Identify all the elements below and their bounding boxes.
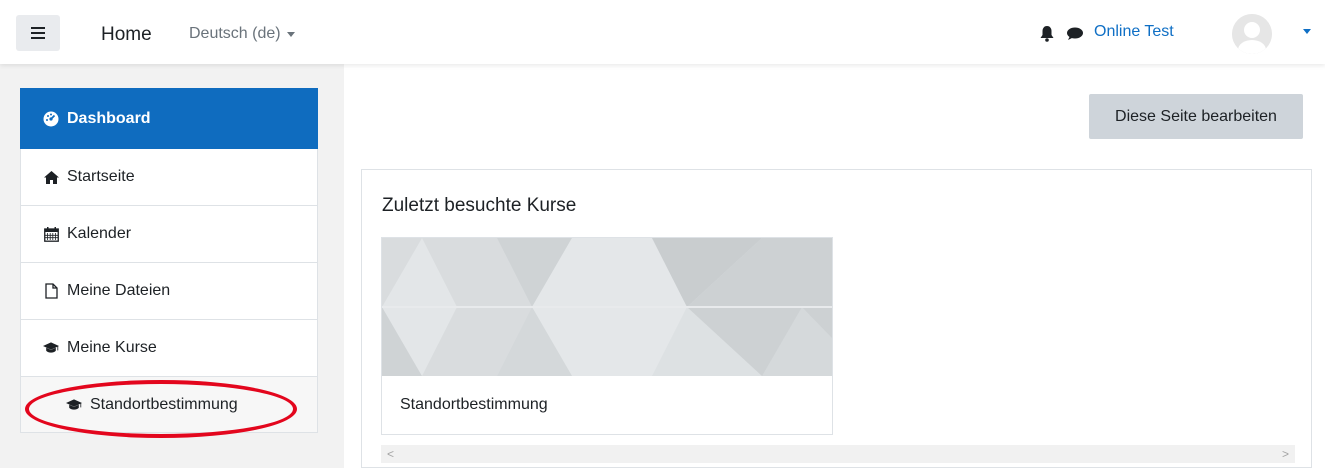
edit-page-button[interactable]: Diese Seite bearbeiten <box>1089 94 1303 139</box>
chat-icon[interactable] <box>1067 27 1083 41</box>
scroll-left-arrow-icon[interactable]: < <box>387 447 394 461</box>
course-name[interactable]: Standortbestimmung <box>400 396 548 414</box>
horizontal-scrollbar[interactable]: < > <box>381 445 1295 463</box>
user-menu-caret-icon[interactable] <box>1303 29 1311 34</box>
language-menu[interactable]: Deutsch (de) <box>189 25 295 43</box>
file-icon <box>43 283 59 299</box>
hamburger-icon <box>31 27 45 39</box>
home-link[interactable]: Home <box>101 24 152 46</box>
chevron-down-icon <box>286 31 295 37</box>
scroll-right-arrow-icon[interactable]: > <box>1282 447 1289 461</box>
sidebar-item-dashboard[interactable]: Dashboard <box>20 88 318 149</box>
sidebar-item-label: Meine Dateien <box>67 282 171 299</box>
drawer-toggle-button[interactable] <box>16 15 60 51</box>
user-avatar-icon <box>1232 14 1272 54</box>
top-navbar: Home Deutsch (de) Online Test <box>0 0 1325 64</box>
sidebar-item-startseite[interactable]: Startseite <box>20 149 318 206</box>
calendar-icon <box>43 226 59 242</box>
course-image <box>382 238 832 376</box>
sidebar-item-label: Dashboard <box>67 109 151 127</box>
highlight-annotation <box>25 380 297 438</box>
avatar[interactable] <box>1232 14 1272 54</box>
block-title: Zuletzt besuchte Kurse <box>382 195 577 216</box>
home-icon <box>43 169 59 185</box>
sidebar-item-meine-dateien[interactable]: Meine Dateien <box>20 263 318 320</box>
hexagon-pattern-image <box>382 238 832 376</box>
graduation-cap-icon <box>43 340 59 356</box>
sidebar-item-label: Meine Kurse <box>67 339 157 356</box>
sidebar-item-label: Startseite <box>67 168 135 185</box>
sidebar-item-kalender[interactable]: Kalender <box>20 206 318 263</box>
language-label: Deutsch (de) <box>189 25 281 42</box>
bell-icon[interactable] <box>1040 26 1054 42</box>
sidebar-item-label: Kalender <box>67 225 132 242</box>
recent-courses-block: Zuletzt besuchte Kurse Standortbestimmun… <box>361 169 1312 468</box>
sidebar-item-meine-kurse[interactable]: Meine Kurse <box>20 320 318 377</box>
dashboard-icon <box>43 111 59 127</box>
user-name-link[interactable]: Online Test <box>1094 23 1174 41</box>
course-card[interactable]: Standortbestimmung <box>381 237 833 435</box>
